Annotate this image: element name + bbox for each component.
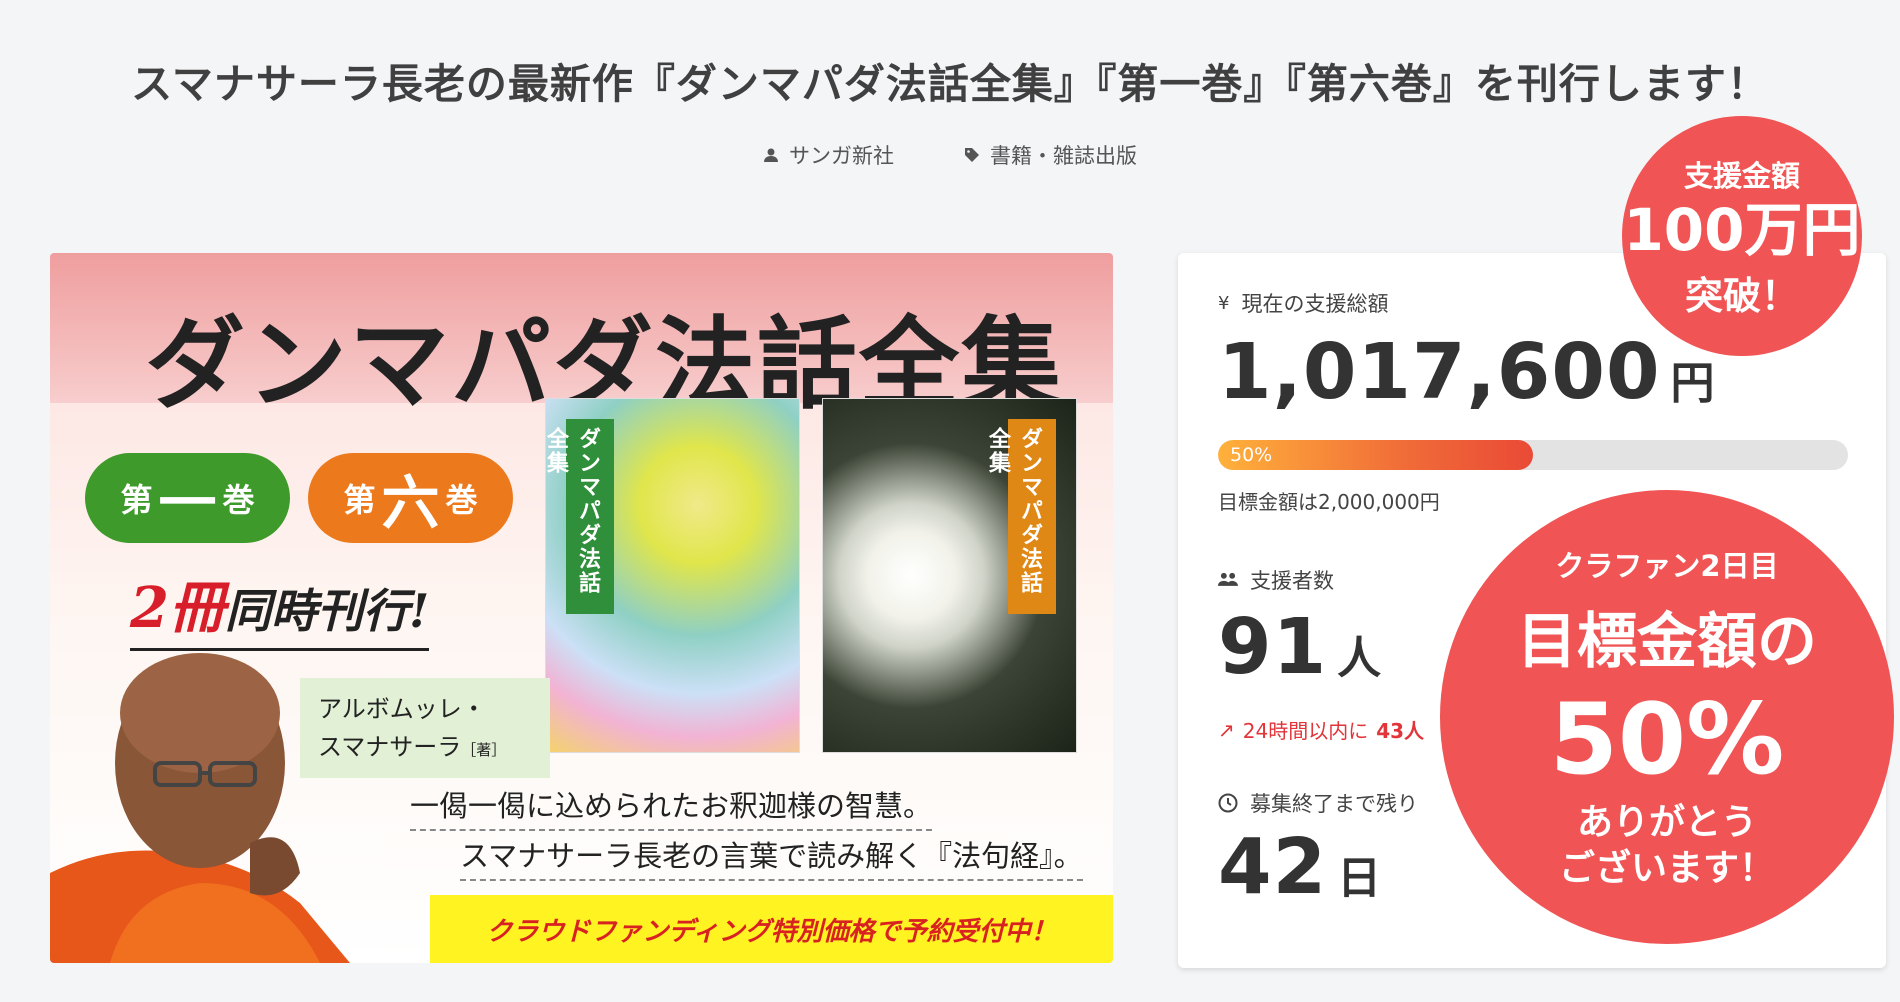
owner-link[interactable]: サンガ新社 [763, 140, 894, 170]
category-name: 書籍・雑誌出版 [990, 144, 1137, 168]
book-spine-2: ダンマパダ法話全集 [985, 419, 1056, 614]
trending-up-icon: ↗ [1218, 717, 1235, 742]
milestone-badge-50-percent: クラファン2日目 目標金額の 50% ありがとう ございます！ [1440, 490, 1894, 944]
project-title: スマナサーラ長老の最新作『ダンマパダ法話全集』『第一巻』『第六巻』を刊行します！ [131, 60, 1769, 108]
milestone-badge-1m: 支援金額 100万円 突破！ [1622, 116, 1862, 356]
user-icon [764, 148, 778, 162]
hero-quote-1: 一偈一偈に込められたお釈迦様の智慧。 [410, 783, 933, 831]
hero-quote-2: スマナサーラ長老の言葉で読み解く『法句経』。 [460, 833, 1083, 881]
yen-icon: ¥ [1218, 292, 1230, 314]
volume-1-pill: 第一巻 [85, 453, 290, 543]
funding-progress-fill: 50% [1218, 440, 1533, 470]
author-box: アルボムッレ・ スマナサーラ［著］ [300, 678, 550, 778]
total-label: ¥ 現在の支援総額 [1218, 292, 1389, 316]
remaining-label: 募集終了まで残り [1218, 788, 1418, 818]
total-amount: 1,017,600 円 [1218, 328, 1715, 417]
project-hero-image[interactable]: ダンマパダ法話全集 第一巻 第六巻 2冊同時刊行! ダンマパダ法話全集 ダンマパ… [50, 253, 1113, 963]
supporters-label: 支援者数 [1218, 565, 1334, 595]
category-link[interactable]: 書籍・雑誌出版 [964, 140, 1137, 170]
tag-icon [965, 148, 979, 162]
users-icon [1218, 572, 1238, 586]
supporters-trend: ↗ 24時間以内に 43人 [1218, 717, 1425, 744]
simultaneous-release: 2冊同時刊行! [130, 563, 430, 651]
remaining-days: 42 日 [1218, 823, 1382, 912]
book-spine-1: ダンマパダ法話全集 [546, 419, 614, 614]
funding-progress-bar: 50% [1218, 440, 1848, 470]
supporters-count: 91 人 [1218, 603, 1382, 692]
owner-name: サンガ新社 [789, 144, 894, 168]
preorder-banner: クラウドファンディング特別価格で予約受付中！ [430, 895, 1113, 963]
clock-icon [1218, 793, 1238, 813]
book-cover-volume-1: ダンマパダ法話全集 [545, 398, 800, 753]
goal-text: 目標金額は2,000,000円 [1218, 490, 1440, 514]
project-meta: サンガ新社 書籍・雑誌出版 [0, 140, 1900, 170]
book-cover-volume-6: ダンマパダ法話全集 [822, 398, 1077, 753]
volume-6-pill: 第六巻 [308, 453, 513, 543]
